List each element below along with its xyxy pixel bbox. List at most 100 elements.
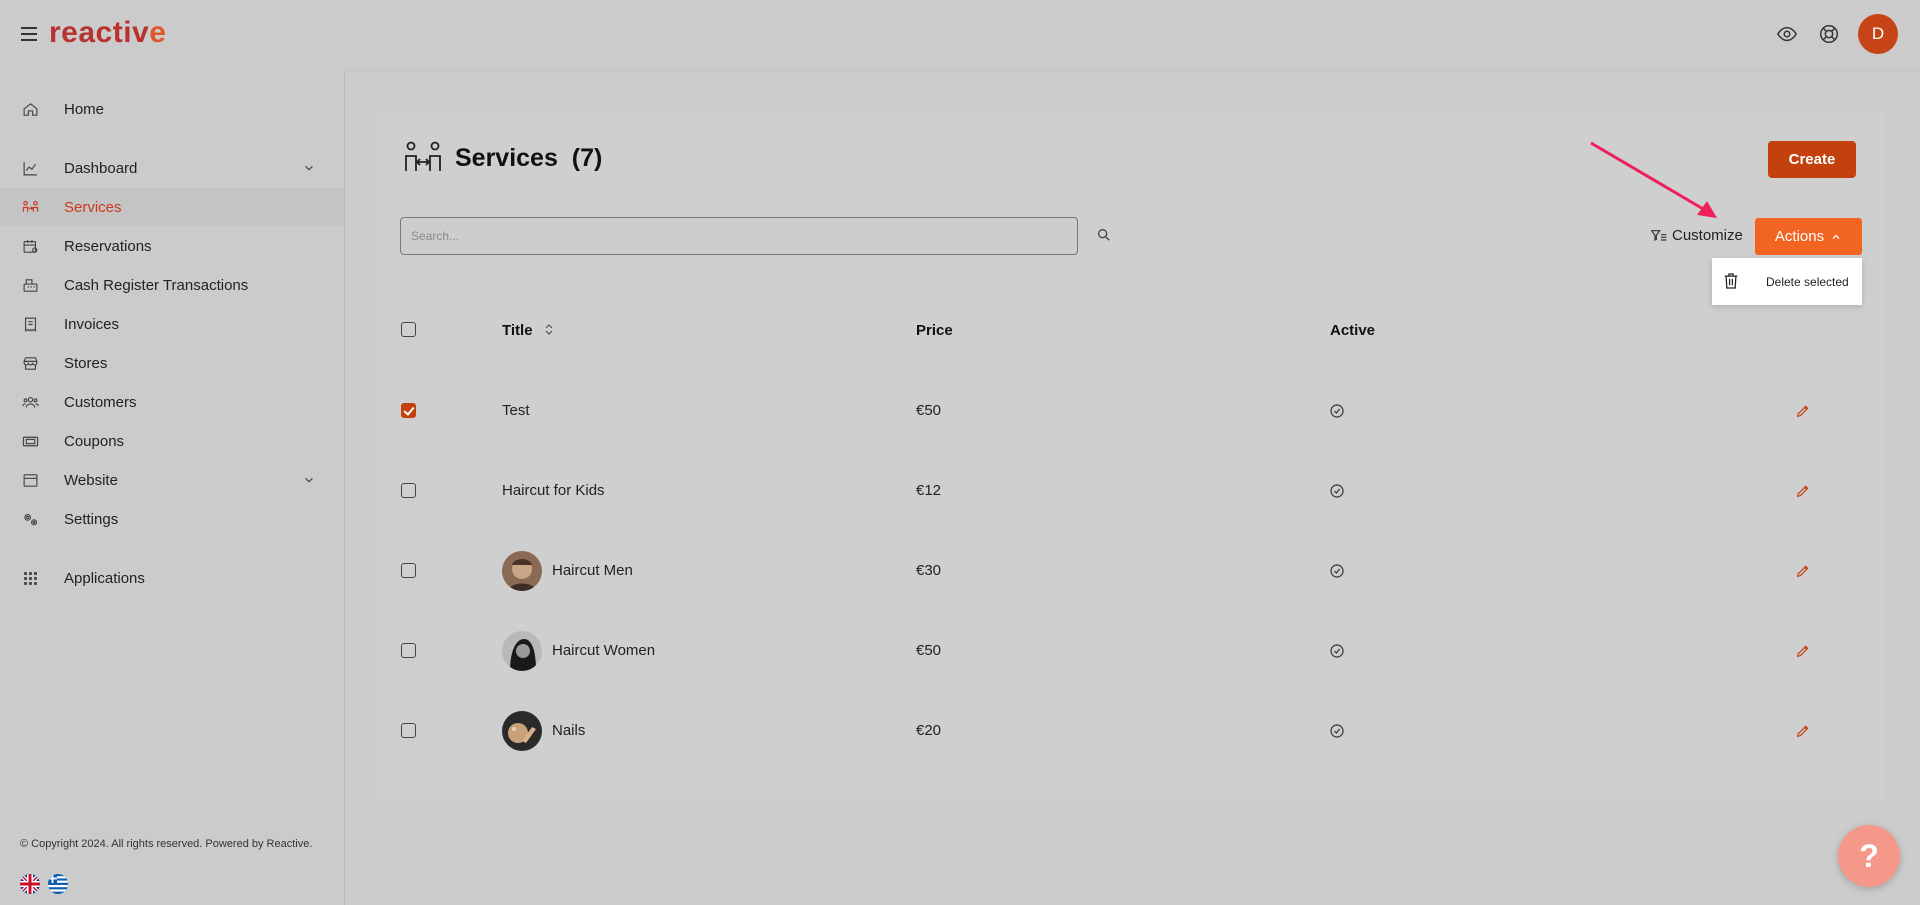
sidebar-item-customers[interactable]: Customers: [0, 383, 344, 421]
service-thumbnail: [502, 551, 542, 591]
page-title: Services (7): [455, 144, 602, 173]
sidebar-item-label: Customers: [64, 393, 137, 411]
copyright-text: © Copyright 2024. All rights reserved. P…: [20, 838, 313, 850]
top-bar: reactive D: [0, 0, 1920, 71]
delete-selected-menu-item[interactable]: Delete selected: [1712, 258, 1862, 305]
sidebar-item-label: Settings: [64, 510, 119, 528]
row-checkbox[interactable]: [401, 563, 416, 578]
invoice-icon: [24, 317, 37, 332]
sidebar-item-invoices[interactable]: Invoices: [0, 305, 344, 343]
edit-pencil-icon[interactable]: [1795, 483, 1811, 499]
sidebar-item-services[interactable]: Services: [0, 188, 344, 226]
sidebar-item-website[interactable]: Website: [0, 461, 344, 499]
row-title: Haircut Women: [552, 642, 656, 659]
active-check-icon: [1330, 564, 1344, 578]
sidebar-item-cash-register[interactable]: Cash Register Transactions: [0, 266, 344, 304]
row-price: €20: [916, 722, 942, 739]
sidebar-item-label: Cash Register Transactions: [64, 276, 249, 294]
edit-pencil-icon[interactable]: [1795, 643, 1811, 659]
sidebar-item-label: Applications: [64, 569, 145, 587]
row-price: €12: [916, 482, 942, 499]
language-switcher: [20, 874, 68, 894]
user-avatar[interactable]: D: [1858, 14, 1898, 54]
chevron-up-icon: [1832, 234, 1840, 239]
row-price: €50: [916, 402, 942, 419]
sidebar-item-label: Home: [64, 100, 105, 118]
delete-selected-label: Delete selected: [1766, 274, 1849, 289]
filter-icon: [1651, 229, 1667, 241]
row-title: Nails: [552, 722, 586, 739]
row-price: €50: [916, 642, 942, 659]
sidebar-item-dashboard[interactable]: Dashboard: [0, 149, 344, 187]
app-logo[interactable]: reactive: [49, 16, 166, 50]
sidebar-item-reservations[interactable]: Reservations: [0, 227, 344, 265]
sidebar-item-stores[interactable]: Stores: [0, 344, 344, 382]
sidebar-item-label: Website: [64, 471, 118, 489]
column-title-label: Title: [502, 322, 533, 339]
sidebar-item-settings[interactable]: Settings: [0, 500, 344, 538]
search-icon[interactable]: [1096, 227, 1112, 243]
sidebar: Home Dashboard Services Reservations Cas…: [0, 70, 345, 905]
edit-pencil-icon[interactable]: [1795, 403, 1811, 419]
column-header-price: Price: [916, 322, 953, 339]
row-price: €30: [916, 562, 942, 579]
column-header-title[interactable]: Title: [502, 322, 555, 339]
header-actions: D: [1774, 14, 1898, 54]
chevron-down-icon: [305, 477, 313, 483]
edit-pencil-icon[interactable]: [1795, 723, 1811, 739]
search-input[interactable]: [400, 217, 1078, 255]
store-icon: [23, 357, 38, 370]
active-check-icon: [1330, 484, 1344, 498]
website-icon: [23, 474, 38, 487]
sidebar-item-label: Coupons: [64, 432, 125, 450]
lifebuoy-icon[interactable]: [1816, 21, 1842, 47]
select-all-checkbox[interactable]: [401, 322, 416, 337]
uk-flag-icon[interactable]: [20, 874, 40, 894]
row-checkbox[interactable]: [401, 403, 416, 418]
sidebar-item-home[interactable]: Home: [0, 90, 344, 128]
page-title-text: Services: [455, 144, 558, 172]
row-title: Haircut Men: [552, 562, 633, 579]
customize-label: Customize: [1672, 227, 1743, 244]
calendar-icon: [23, 240, 38, 253]
actions-button[interactable]: Actions: [1755, 218, 1862, 255]
sidebar-item-label: Dashboard: [64, 159, 138, 177]
sidebar-item-label: Services: [64, 198, 122, 216]
sort-icon[interactable]: [543, 323, 555, 336]
row-title: Haircut for Kids: [502, 482, 605, 499]
services-icon: [405, 141, 441, 171]
annotation-arrow: [1590, 141, 1717, 218]
customize-button[interactable]: Customize: [1651, 227, 1743, 244]
active-check-icon: [1330, 724, 1344, 738]
row-checkbox[interactable]: [401, 723, 416, 738]
edit-pencil-icon[interactable]: [1795, 563, 1811, 579]
active-check-icon: [1330, 404, 1344, 418]
settings-icon: [24, 513, 38, 526]
actions-label: Actions: [1774, 228, 1825, 245]
hamburger-icon[interactable]: [21, 27, 37, 41]
service-thumbnail: [502, 631, 542, 671]
services-icon: [22, 200, 39, 212]
create-button[interactable]: Create: [1768, 141, 1856, 178]
row-title: Test: [502, 402, 530, 419]
row-checkbox[interactable]: [401, 483, 416, 498]
sidebar-item-label: Stores: [64, 354, 108, 372]
chart-icon: [23, 162, 37, 176]
chevron-down-icon: [305, 165, 313, 171]
sidebar-item-applications[interactable]: Applications: [0, 559, 344, 597]
cash-register-icon: [23, 279, 38, 292]
row-checkbox[interactable]: [401, 643, 416, 658]
actions-dropdown: Delete selected: [1712, 258, 1862, 305]
sidebar-item-label: Invoices: [64, 315, 120, 333]
active-check-icon: [1330, 644, 1344, 658]
grid-icon: [24, 572, 37, 585]
sidebar-item-coupons[interactable]: Coupons: [0, 422, 344, 460]
eye-icon[interactable]: [1774, 21, 1800, 47]
service-thumbnail: [502, 711, 542, 751]
home-icon: [23, 103, 38, 116]
services-count: (7): [571, 144, 603, 172]
column-header-active: Active: [1330, 322, 1376, 339]
customers-icon: [22, 396, 39, 408]
greece-flag-icon[interactable]: [48, 874, 68, 894]
help-button[interactable]: ?: [1838, 825, 1900, 887]
